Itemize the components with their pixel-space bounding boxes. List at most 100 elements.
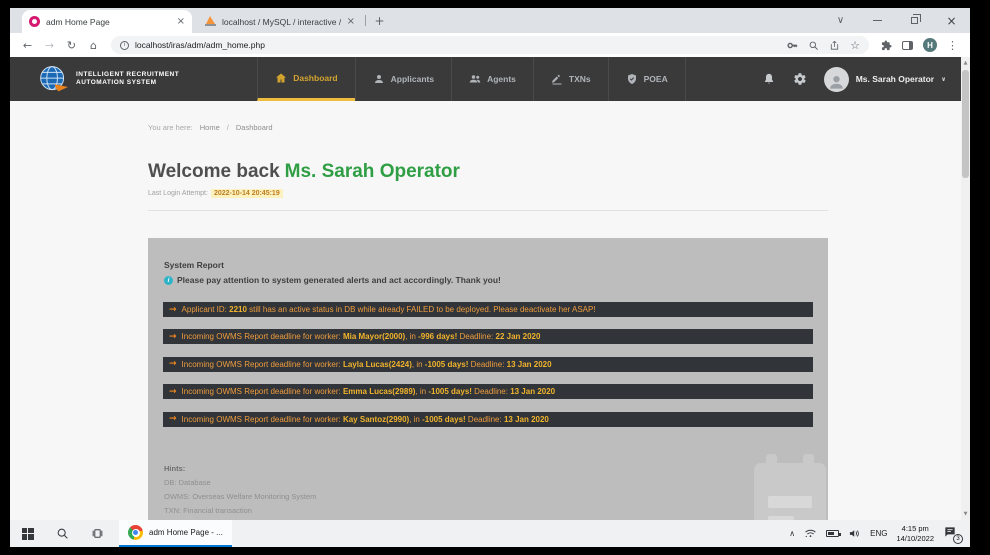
scroll-down-icon[interactable]: ▼ [964, 511, 968, 517]
password-key-icon[interactable] [787, 40, 798, 51]
address-bar[interactable]: i localhost/iras/adm/adm_home.php ☆ [111, 36, 869, 54]
notification-count-badge: 3 [953, 534, 963, 544]
welcome-heading: Welcome backMs. Sarah Operator [148, 161, 460, 183]
task-view-icon [91, 527, 104, 540]
back-button[interactable]: ← [18, 36, 37, 55]
side-panel-icon[interactable] [902, 41, 913, 50]
windows-logo-icon [22, 528, 34, 540]
user-menu[interactable]: Ms. Sarah Operator ∨ [824, 67, 946, 92]
extensions-icon[interactable] [881, 40, 892, 51]
phpmyadmin-favicon [205, 16, 216, 27]
share-icon[interactable] [829, 40, 840, 51]
window-controls: ∨ × [822, 8, 970, 33]
hints: Hints: DB: Database OWMS: Overseas Welfa… [164, 462, 316, 518]
tab-search-icon[interactable]: ∨ [822, 8, 859, 33]
taskbar-app-chrome[interactable]: adm Home Page - ... [119, 520, 232, 547]
language-indicator[interactable]: ENG [870, 529, 887, 538]
breadcrumb: You are here: Home / Dashboard [148, 123, 273, 132]
tab-title: adm Home Page [46, 17, 171, 27]
battery-icon[interactable] [826, 530, 839, 537]
browser-toolbar: ← → ↻ ⌂ i localhost/iras/adm/adm_home.ph… [10, 33, 970, 57]
nav-item-dashboard[interactable]: Dashboard [257, 57, 354, 101]
minimize-icon [873, 20, 882, 21]
windows-taskbar: adm Home Page - ... ∧ ENG 4:15 pm 14/10/… [10, 520, 970, 547]
report-title: System Report [164, 260, 224, 270]
calendar-watermark-icon [754, 454, 826, 520]
nav-item-applicants[interactable]: Applicants [355, 57, 451, 101]
alert-list: →Applicant ID: 2210 still has an active … [163, 302, 813, 439]
browser-tab-home[interactable]: adm Home Page × [22, 10, 192, 33]
forward-button[interactable]: → [40, 36, 59, 55]
alert-row: →Applicant ID: 2210 still has an active … [163, 302, 813, 317]
zoom-icon[interactable] [808, 40, 819, 51]
arrow-icon: → [169, 332, 177, 342]
tab-close-icon[interactable]: × [177, 16, 185, 27]
hint-line: DB: Database [164, 476, 316, 490]
scrollbar-thumb[interactable] [962, 70, 969, 178]
url-text: localhost/iras/adm/adm_home.php [135, 40, 781, 50]
report-notice: i Please pay attention to system generat… [164, 275, 501, 285]
date: 14/10/2022 [896, 534, 934, 544]
action-center-button[interactable]: 3 [943, 525, 961, 542]
info-icon: i [164, 276, 173, 285]
dashboard-page: You are here: Home / Dashboard Welcome b… [10, 101, 961, 520]
alert-row: →Incoming OWMS Report deadline for worke… [163, 357, 813, 372]
time: 4:15 pm [896, 524, 934, 534]
arrow-icon: → [169, 359, 177, 369]
brand-text: INTELLIGENT RECRUITMENT AUTOMATION SYSTE… [76, 71, 179, 88]
tab-close-icon[interactable]: × [347, 16, 355, 27]
alert-row: →Incoming OWMS Report deadline for worke… [163, 384, 813, 399]
browser-tab-mysql[interactable]: localhost / MySQL / interactive / × [198, 10, 362, 33]
navbar-right: Ms. Sarah Operator ∨ [762, 57, 961, 101]
browser-window: adm Home Page × localhost / MySQL / inte… [10, 8, 970, 547]
close-button[interactable]: × [933, 8, 970, 33]
web-content: INTELLIGENT RECRUITMENT AUTOMATION SYSTE… [10, 57, 970, 520]
welcome-user-name: Ms. Sarah Operator [285, 161, 460, 182]
task-view-button[interactable] [80, 520, 115, 547]
people-icon [469, 73, 481, 85]
wifi-icon[interactable] [804, 527, 817, 540]
breadcrumb-prefix: You are here: [148, 123, 193, 132]
breadcrumb-home-link[interactable]: Home [200, 123, 220, 132]
hint-line: TXN: Financial transaction [164, 504, 316, 518]
minimize-button[interactable] [859, 8, 896, 33]
site-info-icon[interactable]: i [120, 41, 129, 50]
restore-button[interactable] [896, 8, 933, 33]
tray-chevron-up-icon[interactable]: ∧ [789, 529, 795, 538]
bookmark-star-icon[interactable]: ☆ [850, 39, 860, 52]
last-login: Last Login Attempt:2022-10-14 20:45:19 [148, 190, 283, 197]
gear-icon[interactable] [793, 72, 807, 86]
avatar [824, 67, 849, 92]
arrow-icon: → [169, 305, 177, 315]
start-button[interactable] [10, 520, 45, 547]
breadcrumb-current[interactable]: Dashboard [236, 123, 273, 132]
page-scrollbar[interactable]: ▲ ▼ [961, 57, 970, 520]
restore-icon [911, 17, 918, 24]
speaker-icon[interactable] [848, 527, 861, 540]
taskbar-search-button[interactable] [45, 520, 80, 547]
arrow-icon: → [169, 387, 177, 397]
pencil-icon [551, 73, 563, 85]
person-icon [373, 73, 385, 85]
bell-icon[interactable] [762, 72, 776, 86]
shield-check-icon [626, 73, 638, 85]
scroll-up-icon[interactable]: ▲ [964, 60, 968, 66]
taskbar-app-label: adm Home Page - ... [149, 528, 223, 537]
new-tab-button[interactable]: + [371, 12, 388, 29]
breadcrumb-separator: / [227, 123, 229, 132]
app-logo[interactable]: INTELLIGENT RECRUITMENT AUTOMATION SYSTE… [10, 57, 179, 101]
system-tray: ∧ ENG 4:15 pm 14/10/2022 3 [789, 524, 970, 543]
nav-item-agents[interactable]: Agents [451, 57, 533, 101]
reload-button[interactable]: ↻ [62, 36, 81, 55]
home-button[interactable]: ⌂ [84, 36, 103, 55]
nav-menu: Dashboard Applicants Agents TXNs POEA [257, 57, 686, 101]
nav-item-poea[interactable]: POEA [608, 57, 686, 101]
home-icon [275, 72, 287, 84]
omnibox-icons: ☆ [787, 39, 860, 52]
browser-menu-icon[interactable]: ⋮ [947, 39, 958, 52]
clock[interactable]: 4:15 pm 14/10/2022 [896, 524, 934, 543]
tab-title: localhost / MySQL / interactive / [222, 17, 341, 27]
chevron-down-icon: ∨ [941, 76, 946, 83]
browser-profile-avatar[interactable]: H [923, 38, 937, 52]
nav-item-txns[interactable]: TXNs [533, 57, 608, 101]
